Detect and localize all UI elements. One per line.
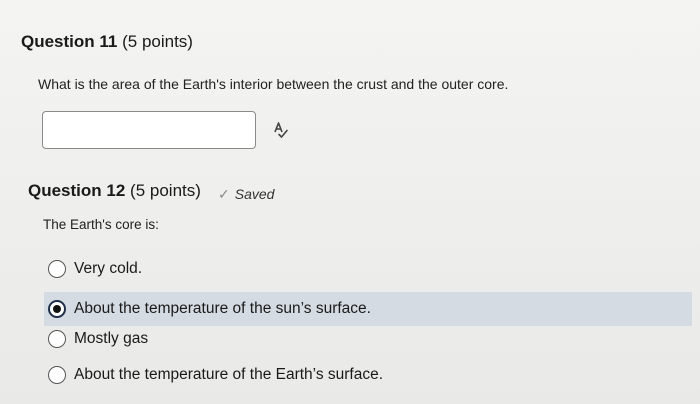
radio-button-selected[interactable] [48,300,66,318]
checkmark-icon: ✓ [218,186,230,202]
option-label: About the temperature of the sun’s surfa… [74,300,371,317]
option-sun-surface-temperature[interactable]: About the temperature of the sun’s surfa… [44,292,692,326]
question-11-points: (5 points) [122,32,193,51]
question-11-prompt: What is the area of the Earth's interior… [38,76,509,92]
option-label: Very cold. [74,260,143,277]
question-11-title: Question 11 (5 points) [21,32,193,52]
quiz-page: Question 11 (5 points) What is the area … [0,0,700,404]
saved-status: ✓ Saved [218,186,274,203]
question-12-prompt: The Earth's core is: [43,217,159,232]
option-label: Mostly gas [74,330,149,347]
saved-label: Saved [234,186,275,202]
question-12-points: (5 points) [130,181,201,200]
option-earth-surface-temperature[interactable]: About the temperature of the Earth’s sur… [44,358,692,392]
question-11-number: Question 11 [21,32,118,51]
spellcheck-icon[interactable] [270,120,290,140]
question-11-answer-input[interactable] [42,111,256,149]
radio-button[interactable] [48,330,66,348]
option-very-cold[interactable]: Very cold. [44,252,692,286]
option-mostly-gas[interactable]: Mostly gas [44,322,692,356]
question-12-title: Question 12 (5 points) [28,181,201,201]
option-label: About the temperature of the Earth’s sur… [74,366,384,383]
radio-button[interactable] [48,366,66,384]
radio-button[interactable] [48,260,66,278]
question-12-number: Question 12 [28,181,126,200]
